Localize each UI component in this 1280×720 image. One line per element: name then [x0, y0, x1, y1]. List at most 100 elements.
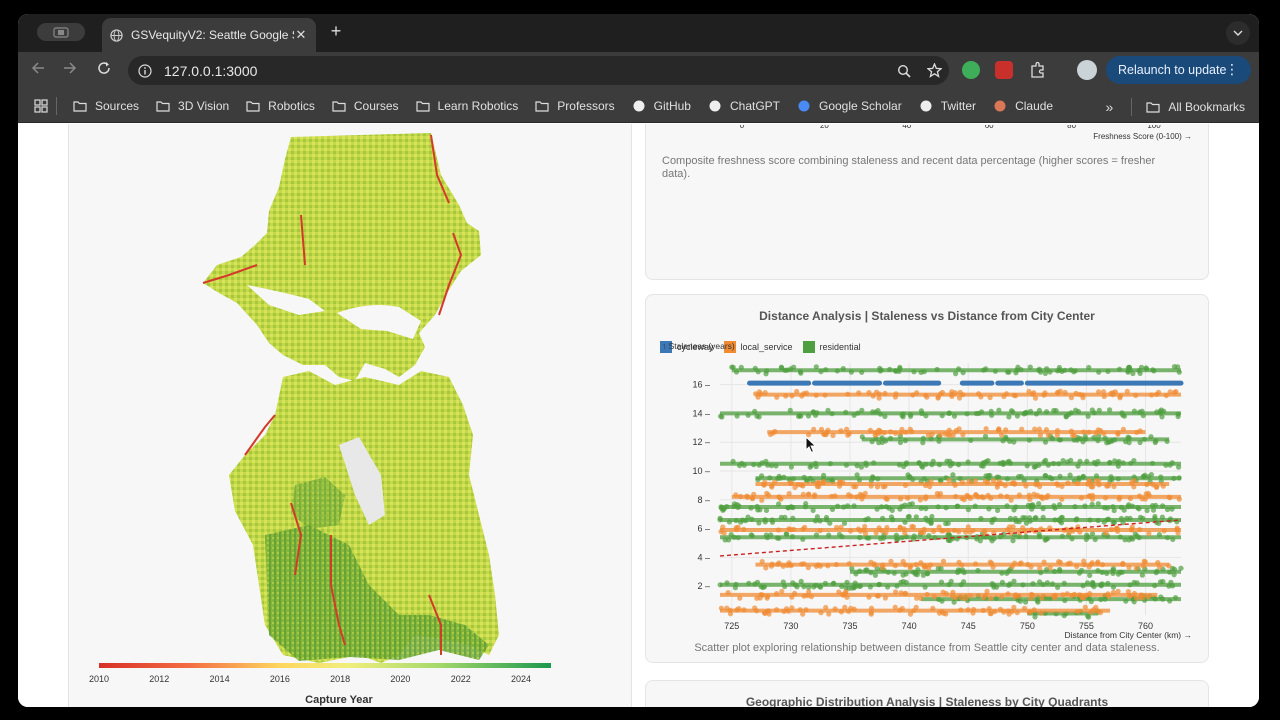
map-north-region [203, 133, 481, 381]
all-bookmarks-button[interactable]: All Bookmarks [1168, 100, 1245, 114]
data-point [1110, 584, 1117, 590]
data-point [1152, 583, 1158, 589]
relaunch-button[interactable]: Relaunch to update ⋮ [1106, 56, 1251, 84]
data-point [1122, 537, 1128, 543]
new-tab-button[interactable]: + [326, 22, 346, 42]
bookmark-courses[interactable]: Courses [332, 99, 399, 113]
data-point [1052, 505, 1058, 511]
data-point [899, 426, 905, 432]
data-point [868, 610, 874, 616]
bookmark-github[interactable]: GitHub [632, 99, 691, 113]
data-point [1149, 460, 1156, 466]
zoom-button[interactable] [889, 56, 919, 85]
bookmark-claude[interactable]: Claude [993, 99, 1053, 113]
data-point [778, 364, 784, 370]
data-point [749, 533, 755, 539]
site-info-icon[interactable] [138, 63, 152, 78]
data-point [989, 560, 995, 566]
data-point [829, 477, 835, 483]
data-point [848, 369, 854, 375]
data-point [840, 366, 846, 372]
bookmark-professors[interactable]: Professors [535, 99, 615, 113]
data-point [1167, 389, 1173, 395]
extensions-button[interactable] [1029, 61, 1047, 79]
bookmark-google-scholar[interactable]: Google Scholar [797, 99, 902, 113]
grammarly-extension-icon[interactable] [962, 61, 980, 79]
data-point [1157, 410, 1163, 416]
staleness-scatter-plot[interactable]: ↑ Staleness (years) 2 – 4 – 6 – 8 – 10 – 12 – 1… [646, 341, 1210, 645]
data-point [1095, 517, 1101, 524]
data-point [1128, 535, 1134, 541]
freshness-tick-label: 80 [1067, 125, 1076, 130]
data-point [1063, 413, 1069, 419]
data-point [848, 528, 854, 534]
bookmark-learn-robotics[interactable]: Learn Robotics [415, 99, 518, 113]
data-point [763, 371, 769, 377]
data-point [756, 414, 762, 420]
data-point [918, 369, 924, 375]
data-point [817, 480, 823, 486]
data-point [874, 484, 881, 490]
data-point [1053, 408, 1059, 414]
data-point [1146, 531, 1152, 537]
data-point [818, 426, 825, 432]
data-point [1065, 459, 1071, 465]
scholar-icon [798, 100, 810, 111]
bookmarks-overflow-button[interactable]: » [1106, 99, 1114, 115]
data-point [1007, 515, 1013, 521]
mouse-cursor-icon [805, 436, 817, 454]
tab-close-icon[interactable]: ✕ [294, 27, 308, 43]
bookmark-twitter[interactable]: Twitter [919, 99, 976, 113]
data-point [1091, 459, 1097, 466]
data-point [1006, 369, 1012, 375]
bookmark-3d-vision[interactable]: 3D Vision [156, 99, 229, 113]
active-tab[interactable]: GSVequityV2: Seattle Google Street View … [102, 18, 316, 52]
data-point [1038, 369, 1044, 375]
bookmark-star-button[interactable] [919, 56, 949, 85]
data-point [923, 564, 929, 570]
data-point [1171, 572, 1177, 578]
data-point [1075, 463, 1081, 469]
data-point [1137, 514, 1144, 520]
data-point [1030, 592, 1036, 598]
data-point [999, 432, 1005, 438]
apps-grid-icon[interactable] [34, 98, 48, 113]
profile-avatar[interactable] [1077, 60, 1097, 80]
data-point [1044, 580, 1050, 586]
data-point [1076, 475, 1082, 481]
data-point [803, 390, 810, 396]
bookmark-sources[interactable]: Sources [73, 99, 139, 113]
tab-search-button[interactable] [37, 23, 85, 41]
data-point [1068, 395, 1074, 401]
data-point [1116, 366, 1123, 372]
puzzle-icon [1031, 61, 1044, 78]
data-point [779, 588, 785, 594]
tab-list-button[interactable] [1226, 21, 1250, 45]
forward-button[interactable] [60, 61, 80, 81]
data-point [794, 388, 800, 395]
bookmark-robotics[interactable]: Robotics [246, 99, 315, 113]
data-point [1077, 436, 1084, 442]
data-point [1057, 502, 1063, 508]
data-point [798, 413, 804, 419]
recorder-extension-icon[interactable] [995, 61, 1013, 79]
data-point [767, 475, 773, 481]
data-point [823, 604, 829, 611]
data-point [752, 605, 758, 611]
y-tick-label: 16 – [692, 380, 710, 390]
data-point [1176, 475, 1182, 481]
data-point [1051, 593, 1057, 599]
data-point [836, 531, 843, 538]
data-point [752, 365, 758, 371]
bookmark-chatgpt[interactable]: ChatGPT [708, 99, 780, 113]
data-point [720, 524, 726, 530]
seattle-staleness-map[interactable]: 2010 2012 2014 2016 2018 2020 2022 2024 Capture… [69, 124, 633, 707]
more-vert-icon[interactable]: ⋮ [1225, 61, 1239, 78]
data-point [826, 611, 832, 617]
data-point [798, 370, 804, 376]
back-button[interactable] [28, 61, 48, 81]
data-point [1067, 472, 1073, 478]
reload-button[interactable] [94, 61, 114, 81]
data-point [1080, 583, 1086, 589]
address-bar[interactable]: 127.0.0.1:3000 [128, 56, 949, 85]
